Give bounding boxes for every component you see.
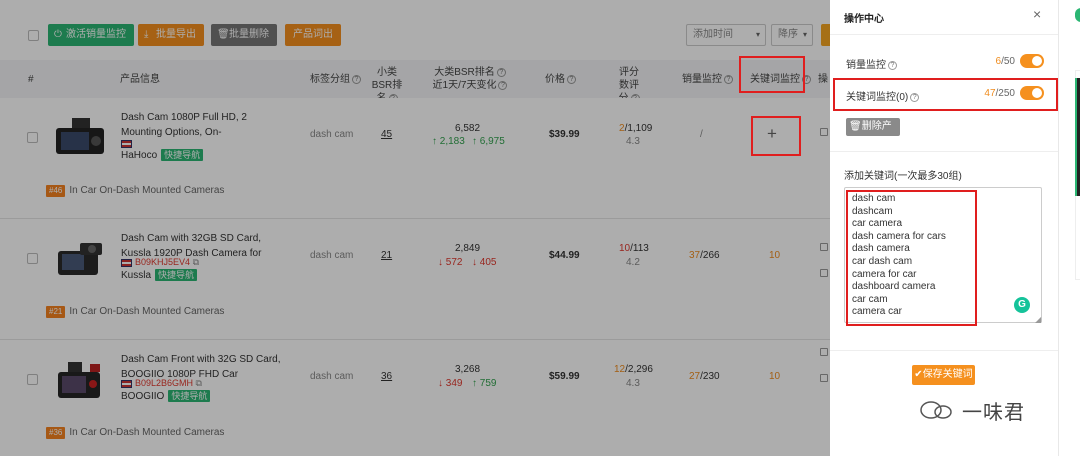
add-keyword-label: 添加关键词(一次最多30组) [844,171,962,182]
divider [830,350,1058,351]
highlight-add-keyword [751,116,801,156]
highlight-keyword-header [739,56,805,93]
drawer-title: 操作中心 [844,14,884,25]
panel-card [1075,78,1080,196]
keyword-monitor-label: 关键词监控(0)? [846,88,920,103]
keyword-line: dashcam [852,205,893,217]
keyword-line: dash cam [852,193,896,204]
right-edge-panel [1058,0,1080,456]
keyword-monitor-toggle[interactable] [1020,86,1044,100]
save-keywords-button[interactable]: ✔保存关键词 [912,365,975,385]
keyword-line: car camera [852,218,903,230]
grammarly-icon[interactable]: G [1014,297,1030,313]
plugin-icon[interactable] [1075,8,1080,22]
resize-handle-icon[interactable]: ◢ [1035,315,1041,324]
keyword-line: camera for car [852,268,917,280]
keyword-line: camera car [852,306,903,318]
check-icon: ✔ [914,369,923,380]
divider [830,34,1058,35]
keyword-monitor-count: 47/250 [984,88,1015,99]
keyword-line: car cam [852,293,888,305]
keyword-line: dash camera [852,243,910,255]
sales-monitor-toggle[interactable] [1020,54,1044,68]
keyword-line: car dash cam [852,255,913,267]
keyword-line: dashboard camera [852,281,936,293]
help-icon: ? [910,92,920,102]
watermark-text: 一味君 [962,402,1025,424]
trash-icon: 🗑 [849,121,862,132]
delete-product-button[interactable]: 🗑删除产品 [846,118,900,150]
divider [830,151,1058,152]
sales-monitor-count: 6/50 [995,56,1015,67]
wechat-logo-icon [920,401,952,419]
keyword-line: dash camera for cars [852,230,946,242]
close-icon[interactable]: × [1033,6,1041,22]
operation-center-drawer: 操作中心 × 销量监控? 6/50 关键词监控(0)? 47/250 🗑删除产品… [830,0,1058,456]
help-icon: ? [888,60,897,70]
modal-overlay[interactable] [0,0,830,456]
sales-monitor-label: 销量监控? [846,56,897,71]
keyword-list: dash cam dashcam car camera dash camera … [852,193,946,319]
